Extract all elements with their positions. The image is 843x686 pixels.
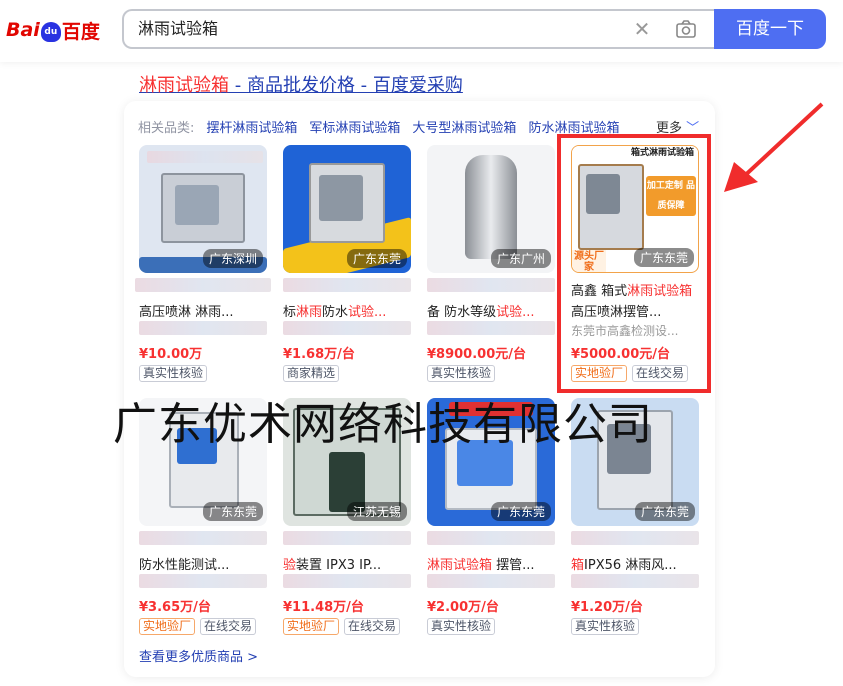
location-badge: 广东东莞 [634,502,695,521]
result-title-rest: - 商品批发价格 - 百度爱采购 [229,75,463,96]
product-title[interactable]: 验装置 IPX3 IP... [283,554,415,573]
product-tags: 真实性核验 [571,618,640,635]
blurred-text [139,321,267,335]
product-image[interactable]: 广东广州 [427,145,555,273]
product-price: ¥1.20万/台 [571,600,643,615]
location-badge: 江苏无锡 [346,502,407,521]
product-price: ¥2.00万/台 [427,600,499,615]
product-tags: 真实性核验 [427,365,496,382]
location-badge: 广东广州 [490,249,551,268]
product-tags: 实地验厂 在线交易 [283,618,401,635]
product-image[interactable]: 广东东莞 [283,145,411,273]
watermark-text: 广东优术网络科技有限公司 [113,399,653,450]
blurred-text [427,278,555,292]
search-button[interactable]: 百度一下 [714,9,826,49]
blurred-text [427,531,555,545]
blurred-text [283,321,411,335]
tag: 真实性核验 [139,365,208,382]
tag: 真实性核验 [427,365,496,382]
product-price: ¥8900.00元/台 [427,347,527,362]
highlight-box [557,134,711,393]
product-title[interactable]: 箱IPX56 淋雨风... [571,554,703,573]
blurred-text [139,574,267,588]
search-box: 淋雨试验箱 ✕ 百度一下 [122,9,826,49]
tag: 实地验厂 [283,618,340,635]
product-price: ¥11.48万/台 [283,600,364,615]
tag: 真实性核验 [571,618,640,635]
blurred-overlay [147,151,263,163]
tag: 在线交易 [344,618,401,635]
result-title-highlight: 淋雨试验箱 [139,75,229,96]
logo-bai-text: Bai [6,19,40,41]
blurred-text [427,574,555,588]
location-badge: 广东东莞 [490,502,551,521]
blurred-text [283,531,411,545]
blurred-text [571,574,699,588]
related-item[interactable]: 摆杆淋雨试验箱 [206,117,297,136]
tag: 在线交易 [200,618,257,635]
related-label: 相关品类: [138,121,195,136]
product-price: ¥3.65万/台 [139,600,211,615]
top-bar: Bai du 百度 淋雨试验箱 ✕ 百度一下 [0,0,843,62]
paw-icon: du [40,22,61,42]
related-categories: 相关品类: 摆杆淋雨试验箱 军标淋雨试验箱 大号型淋雨试验箱 防水淋雨试验箱 [138,117,619,136]
location-badge: 广东东莞 [202,502,263,521]
location-badge: 广东深圳 [202,249,263,268]
product-tags: 真实性核验 [427,618,496,635]
tag: 实地验厂 [139,618,196,635]
blurred-text [571,531,699,545]
blurred-text [427,321,555,335]
product-title[interactable]: 标淋雨防水试验... [283,301,415,320]
close-icon[interactable]: ✕ [632,19,652,39]
blurred-text [135,278,271,292]
blurred-text [283,574,411,588]
camera-icon[interactable] [675,19,697,39]
arrow-annotation [724,102,824,192]
product-tags: 真实性核验 [139,365,208,382]
product-title[interactable]: 防水性能测试... [139,554,271,573]
related-item[interactable]: 军标淋雨试验箱 [309,117,400,136]
product-title[interactable]: 备 防水等级试验... [427,301,559,320]
blurred-text [283,278,411,292]
see-more-link[interactable]: 查看更多优质商品 > [139,646,258,665]
product-price: ¥10.00万 [139,347,203,362]
logo-cn-text: 百度 [61,20,100,43]
tag: 商家精选 [283,365,340,382]
product-price: ¥1.68万/台 [283,347,355,362]
product-tags: 商家精选 [283,365,340,382]
location-badge: 广东东莞 [346,249,407,268]
related-item[interactable]: 大号型淋雨试验箱 [412,117,516,136]
product-title[interactable]: 高压喷淋 淋雨... [139,301,271,320]
blurred-text [139,531,267,545]
tag: 真实性核验 [427,618,496,635]
product-title[interactable]: 淋雨试验箱 摆管... [427,554,559,573]
product-tags: 实地验厂 在线交易 [139,618,257,635]
result-title-link[interactable]: 淋雨试验箱 - 商品批发价格 - 百度爱采购 [139,71,463,97]
product-image[interactable]: 广东深圳 [139,145,267,273]
baidu-logo[interactable]: Bai du 百度 [6,12,100,48]
